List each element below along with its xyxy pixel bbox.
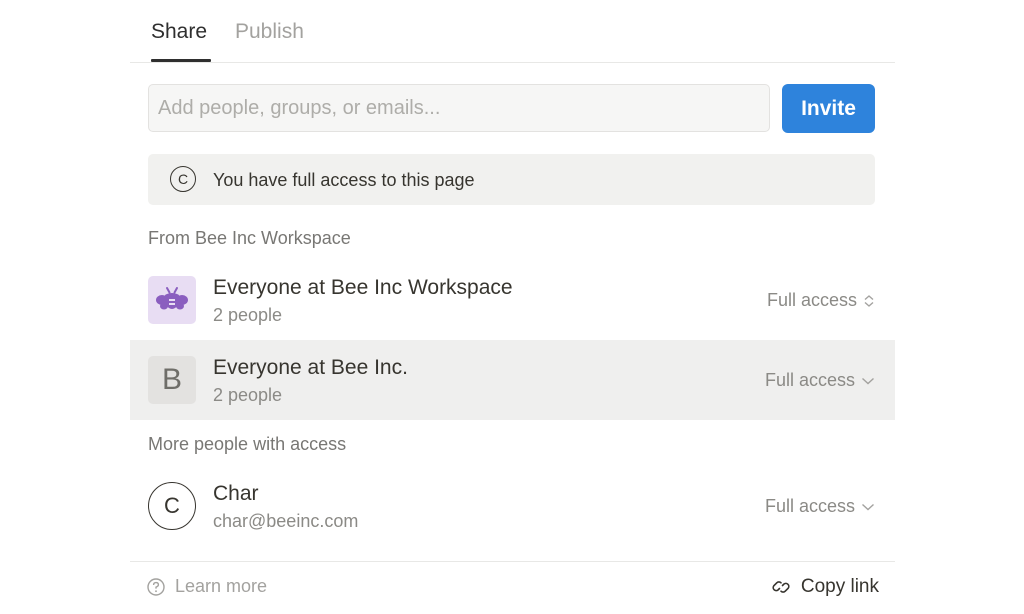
chevron-down-icon [862,503,874,510]
row-subtitle: 2 people [213,305,283,325]
learn-more-label: Learn more [175,576,268,596]
access-banner: C You have full access to this page [148,154,875,205]
access-row-group[interactable]: B Everyone at Bee Inc. 2 people Full acc… [130,340,895,420]
row-title: Everyone at Bee Inc. [213,356,408,379]
tab-publish[interactable]: Publish [235,20,304,44]
row-title: Char [213,482,259,505]
bee-icon [156,287,188,310]
help-circle-icon [147,577,165,596]
link-icon [772,581,790,593]
access-row-workspace[interactable]: Everyone at Bee Inc Workspace 2 people F… [130,260,895,340]
workspace-icon [148,276,196,324]
access-banner-text: You have full access to this page [213,170,475,190]
row-subtitle: char@beeinc.com [213,511,359,531]
permission-label: Full access [764,370,855,390]
copy-link-label: Copy link [800,576,879,597]
tab-share[interactable]: Share [151,20,207,44]
permission-label: Full access [766,290,857,310]
active-tab-indicator [151,59,211,62]
tab-bar: Share Publish [130,0,895,63]
chevron-up-down-icon [864,294,874,307]
copy-link-button[interactable]: Copy link [770,576,879,598]
permission-select[interactable]: Full access [765,496,875,517]
row-title: Everyone at Bee Inc Workspace [213,276,513,299]
footer-divider [130,561,895,562]
permission-label: Full access [764,496,855,516]
chevron-down-icon [862,377,874,384]
more-people-section-label: More people with access [148,434,347,454]
learn-more-link[interactable]: Learn more [146,576,267,597]
access-row-person[interactable]: C Char char@beeinc.com Full access [130,466,895,546]
permission-select[interactable]: Full access [765,370,875,391]
user-avatar: C [170,166,196,192]
group-avatar: B [148,356,196,404]
invite-input[interactable] [148,84,770,132]
row-subtitle: 2 people [213,385,283,405]
permission-select[interactable]: Full access [767,290,875,311]
workspace-section-label: From Bee Inc Workspace [148,228,351,248]
user-avatar: C [148,482,196,530]
share-panel: Share Publish Invite C You have full acc… [130,0,895,614]
invite-button[interactable]: Invite [782,84,875,133]
